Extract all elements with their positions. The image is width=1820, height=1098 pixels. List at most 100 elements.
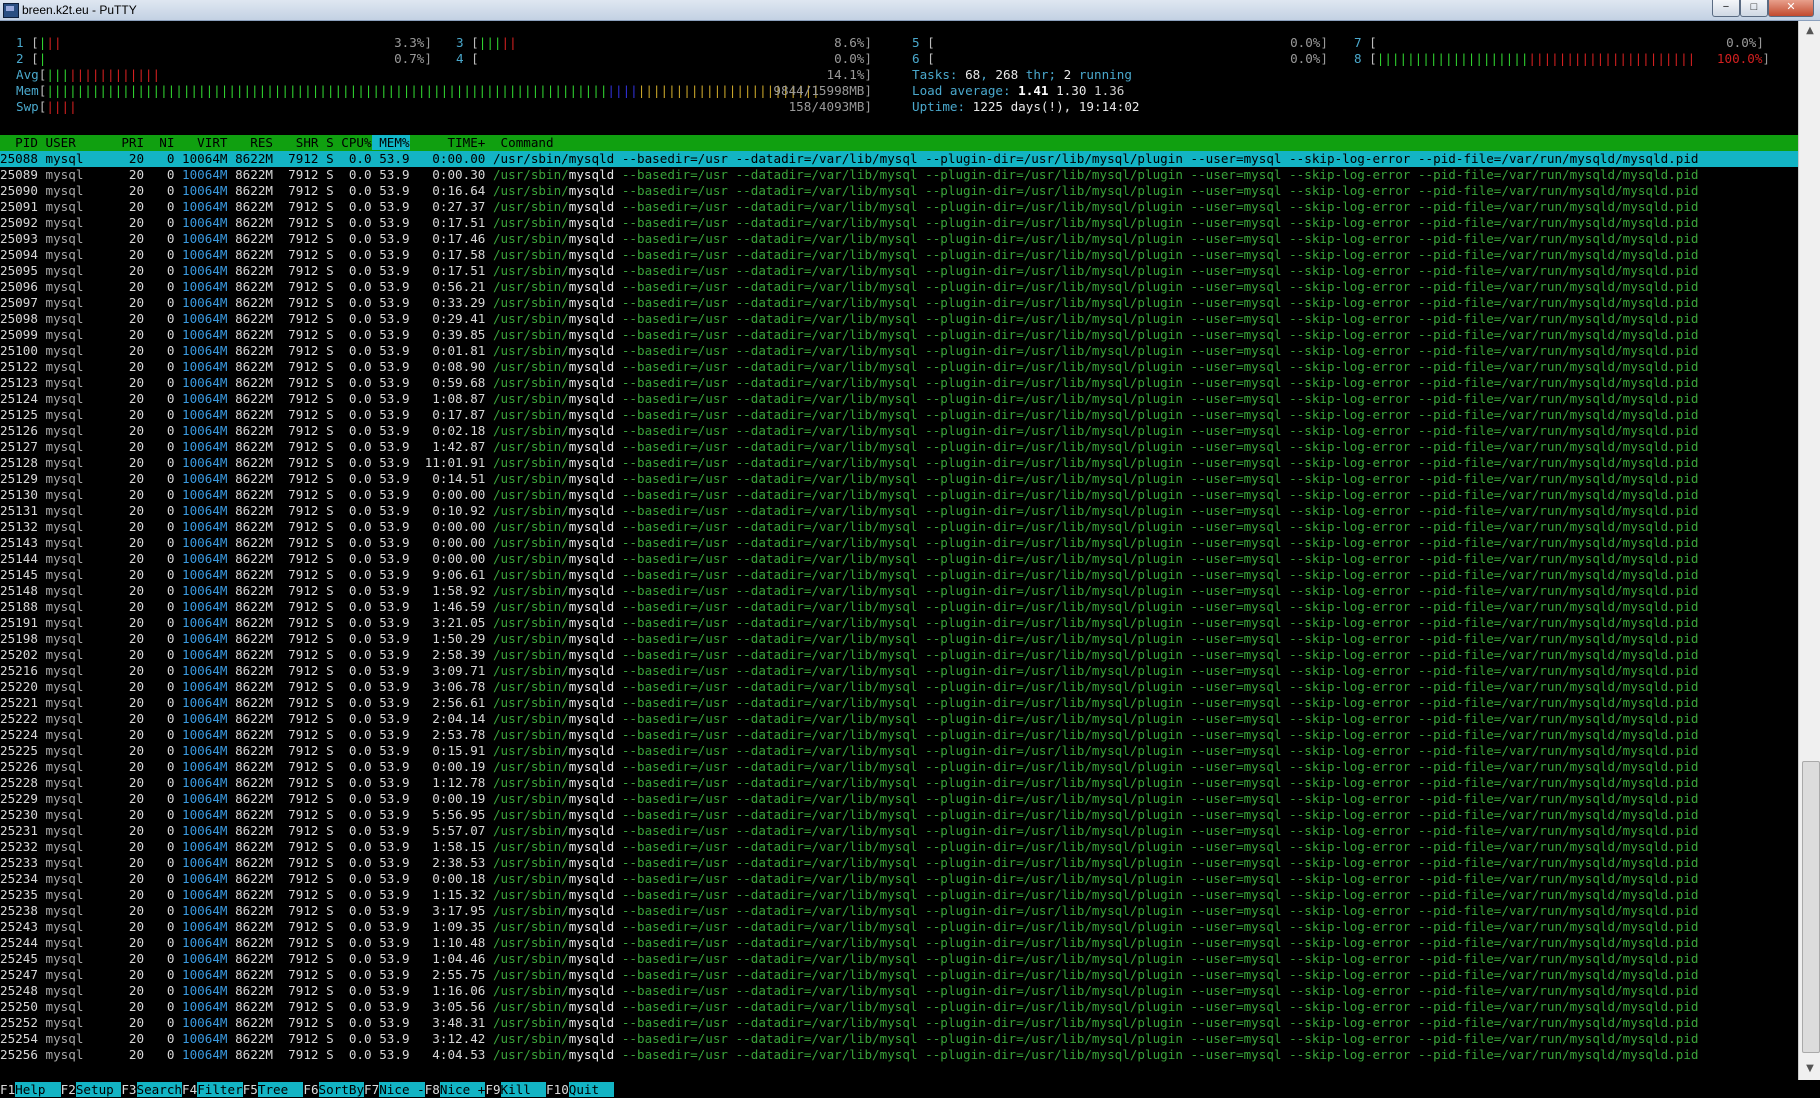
process-row[interactable]: 25225 mysql 20 0 10064M 8622M 7912 S 0.0… [0, 743, 1798, 759]
process-row[interactable]: 25096 mysql 20 0 10064M 8622M 7912 S 0.0… [0, 279, 1798, 295]
column-header-user[interactable]: USER [38, 135, 114, 150]
scroll-up-arrow-icon[interactable]: ▲ [1802, 23, 1818, 39]
fkey-f6[interactable]: F6SortBy [303, 1082, 365, 1097]
process-row[interactable]: 25191 mysql 20 0 10064M 8622M 7912 S 0.0… [0, 615, 1798, 631]
process-row[interactable]: 25235 mysql 20 0 10064M 8622M 7912 S 0.0… [0, 887, 1798, 903]
process-row[interactable]: 25131 mysql 20 0 10064M 8622M 7912 S 0.0… [0, 503, 1798, 519]
time-cell: 0:14.51 [409, 471, 486, 486]
process-row[interactable]: 25092 mysql 20 0 10064M 8622M 7912 S 0.0… [0, 215, 1798, 231]
column-header-virt[interactable]: VIRT [174, 135, 227, 150]
process-row[interactable]: 25248 mysql 20 0 10064M 8622M 7912 S 0.0… [0, 983, 1798, 999]
minimize-button[interactable]: − [1712, 0, 1740, 17]
process-row[interactable]: 25228 mysql 20 0 10064M 8622M 7912 S 0.0… [0, 775, 1798, 791]
process-row[interactable]: 25088 mysql 20 0 10064M 8622M 7912 S 0.0… [0, 151, 1798, 167]
column-header-shr[interactable]: SHR [273, 135, 319, 150]
column-header-ni[interactable]: NI [144, 135, 174, 150]
fkey-f9[interactable]: F9Kill [485, 1082, 547, 1097]
process-row[interactable]: 25125 mysql 20 0 10064M 8622M 7912 S 0.0… [0, 407, 1798, 423]
process-row[interactable]: 25202 mysql 20 0 10064M 8622M 7912 S 0.0… [0, 647, 1798, 663]
scrollbar-thumb[interactable] [1802, 761, 1820, 1053]
fkey-f10[interactable]: F10Quit [546, 1082, 615, 1097]
column-header-pri[interactable]: PRI [114, 135, 144, 150]
process-row[interactable]: 25188 mysql 20 0 10064M 8622M 7912 S 0.0… [0, 599, 1798, 615]
process-row[interactable]: 25226 mysql 20 0 10064M 8622M 7912 S 0.0… [0, 759, 1798, 775]
process-row[interactable]: 25221 mysql 20 0 10064M 8622M 7912 S 0.0… [0, 695, 1798, 711]
terminal-area[interactable]: 1 [||| 3.3%] 2 [| 0.7%] 3 [||||| 8.6%] 4… [0, 21, 1798, 1098]
command-binary: mysqld [568, 999, 615, 1014]
process-row[interactable]: 25100 mysql 20 0 10064M 8622M 7912 S 0.0… [0, 343, 1798, 359]
process-row[interactable]: 25127 mysql 20 0 10064M 8622M 7912 S 0.0… [0, 439, 1798, 455]
process-row[interactable]: 25250 mysql 20 0 10064M 8622M 7912 S 0.0… [0, 999, 1798, 1015]
process-row[interactable]: 25216 mysql 20 0 10064M 8622M 7912 S 0.0… [0, 663, 1798, 679]
process-row[interactable]: 25129 mysql 20 0 10064M 8622M 7912 S 0.0… [0, 471, 1798, 487]
fkey-f8[interactable]: F8Nice + [425, 1082, 486, 1097]
process-row[interactable]: 25143 mysql 20 0 10064M 8622M 7912 S 0.0… [0, 535, 1798, 551]
cpu-cell: 0.0 [333, 343, 372, 358]
process-row[interactable]: 25091 mysql 20 0 10064M 8622M 7912 S 0.0… [0, 199, 1798, 215]
scrollbar[interactable]: ▲ ▼ [1798, 21, 1820, 1080]
fkey-f2[interactable]: F2Setup [61, 1082, 122, 1097]
process-row[interactable]: 25130 mysql 20 0 10064M 8622M 7912 S 0.0… [0, 487, 1798, 503]
column-header-cpu[interactable]: CPU% [334, 135, 371, 150]
fkey-f4[interactable]: F4Filter [182, 1082, 243, 1097]
process-row[interactable]: 25148 mysql 20 0 10064M 8622M 7912 S 0.0… [0, 583, 1798, 599]
process-row[interactable]: 25244 mysql 20 0 10064M 8622M 7912 S 0.0… [0, 935, 1798, 951]
process-row[interactable]: 25099 mysql 20 0 10064M 8622M 7912 S 0.0… [0, 327, 1798, 343]
process-row[interactable]: 25144 mysql 20 0 10064M 8622M 7912 S 0.0… [0, 551, 1798, 567]
pid-cell: 25148 [0, 583, 38, 598]
process-row[interactable]: 25234 mysql 20 0 10064M 8622M 7912 S 0.0… [0, 871, 1798, 887]
process-row[interactable]: 25254 mysql 20 0 10064M 8622M 7912 S 0.0… [0, 1031, 1798, 1047]
process-row[interactable]: 25094 mysql 20 0 10064M 8622M 7912 S 0.0… [0, 247, 1798, 263]
process-row[interactable]: 25232 mysql 20 0 10064M 8622M 7912 S 0.0… [0, 839, 1798, 855]
column-header-time[interactable]: TIME+ [410, 135, 485, 150]
maximize-button[interactable]: □ [1740, 0, 1768, 17]
process-row[interactable]: 25124 mysql 20 0 10064M 8622M 7912 S 0.0… [0, 391, 1798, 407]
process-row[interactable]: 25098 mysql 20 0 10064M 8622M 7912 S 0.0… [0, 311, 1798, 327]
column-header-command[interactable]: Command [485, 135, 554, 150]
window-titlebar[interactable]: breen.k2t.eu - PuTTY − □ ✕ [0, 0, 1820, 21]
process-row[interactable]: 25229 mysql 20 0 10064M 8622M 7912 S 0.0… [0, 791, 1798, 807]
process-row[interactable]: 25198 mysql 20 0 10064M 8622M 7912 S 0.0… [0, 631, 1798, 647]
fkey-f1[interactable]: F1Help [0, 1082, 61, 1097]
process-row[interactable]: 25093 mysql 20 0 10064M 8622M 7912 S 0.0… [0, 231, 1798, 247]
fkey-f7[interactable]: F7Nice - [364, 1082, 425, 1097]
ni-cell: 0 [144, 583, 175, 598]
process-row[interactable]: 25231 mysql 20 0 10064M 8622M 7912 S 0.0… [0, 823, 1798, 839]
process-row[interactable]: 25238 mysql 20 0 10064M 8622M 7912 S 0.0… [0, 903, 1798, 919]
close-button[interactable]: ✕ [1768, 0, 1814, 17]
process-row[interactable]: 25233 mysql 20 0 10064M 8622M 7912 S 0.0… [0, 855, 1798, 871]
mem-cell: 53.9 [371, 647, 410, 662]
process-row[interactable]: 25247 mysql 20 0 10064M 8622M 7912 S 0.0… [0, 967, 1798, 983]
fkey-f3[interactable]: F3Search [121, 1082, 183, 1097]
process-row[interactable]: 25122 mysql 20 0 10064M 8622M 7912 S 0.0… [0, 359, 1798, 375]
column-header-res[interactable]: RES [228, 135, 273, 150]
process-row[interactable]: 25256 mysql 20 0 10064M 8622M 7912 S 0.0… [0, 1047, 1798, 1063]
putty-app-icon[interactable] [3, 3, 19, 18]
process-row[interactable]: 25097 mysql 20 0 10064M 8622M 7912 S 0.0… [0, 295, 1798, 311]
process-list[interactable]: 25088 mysql 20 0 10064M 8622M 7912 S 0.0… [0, 151, 1798, 1063]
process-row[interactable]: 25095 mysql 20 0 10064M 8622M 7912 S 0.0… [0, 263, 1798, 279]
column-header-mem[interactable]: MEM% [371, 135, 410, 150]
process-row[interactable]: 25090 mysql 20 0 10064M 8622M 7912 S 0.0… [0, 183, 1798, 199]
process-row[interactable]: 25123 mysql 20 0 10064M 8622M 7912 S 0.0… [0, 375, 1798, 391]
fkey-f5[interactable]: F5Tree [243, 1082, 304, 1097]
process-row[interactable]: 25126 mysql 20 0 10064M 8622M 7912 S 0.0… [0, 423, 1798, 439]
process-row[interactable]: 25089 mysql 20 0 10064M 8622M 7912 S 0.0… [0, 167, 1798, 183]
process-row[interactable]: 25224 mysql 20 0 10064M 8622M 7912 S 0.0… [0, 727, 1798, 743]
process-row[interactable]: 25222 mysql 20 0 10064M 8622M 7912 S 0.0… [0, 711, 1798, 727]
process-row[interactable]: 25243 mysql 20 0 10064M 8622M 7912 S 0.0… [0, 919, 1798, 935]
column-header-s[interactable]: S [319, 135, 334, 150]
scroll-down-arrow-icon[interactable]: ▼ [1802, 1061, 1818, 1077]
res-cell: 8622M [227, 1015, 274, 1030]
process-row[interactable]: 25245 mysql 20 0 10064M 8622M 7912 S 0.0… [0, 951, 1798, 967]
column-header-pid[interactable]: PID [0, 135, 38, 150]
process-row[interactable]: 25230 mysql 20 0 10064M 8622M 7912 S 0.0… [0, 807, 1798, 823]
process-row[interactable]: 25252 mysql 20 0 10064M 8622M 7912 S 0.0… [0, 1015, 1798, 1031]
process-row[interactable]: 25145 mysql 20 0 10064M 8622M 7912 S 0.0… [0, 567, 1798, 583]
process-row[interactable]: 25132 mysql 20 0 10064M 8622M 7912 S 0.0… [0, 519, 1798, 535]
process-row[interactable]: 25220 mysql 20 0 10064M 8622M 7912 S 0.0… [0, 679, 1798, 695]
process-row[interactable]: 25128 mysql 20 0 10064M 8622M 7912 S 0.0… [0, 455, 1798, 471]
command-binary: mysqld [568, 471, 615, 486]
time-cell: 0:29.41 [409, 311, 486, 326]
shr-cell: 7912 [273, 327, 319, 342]
